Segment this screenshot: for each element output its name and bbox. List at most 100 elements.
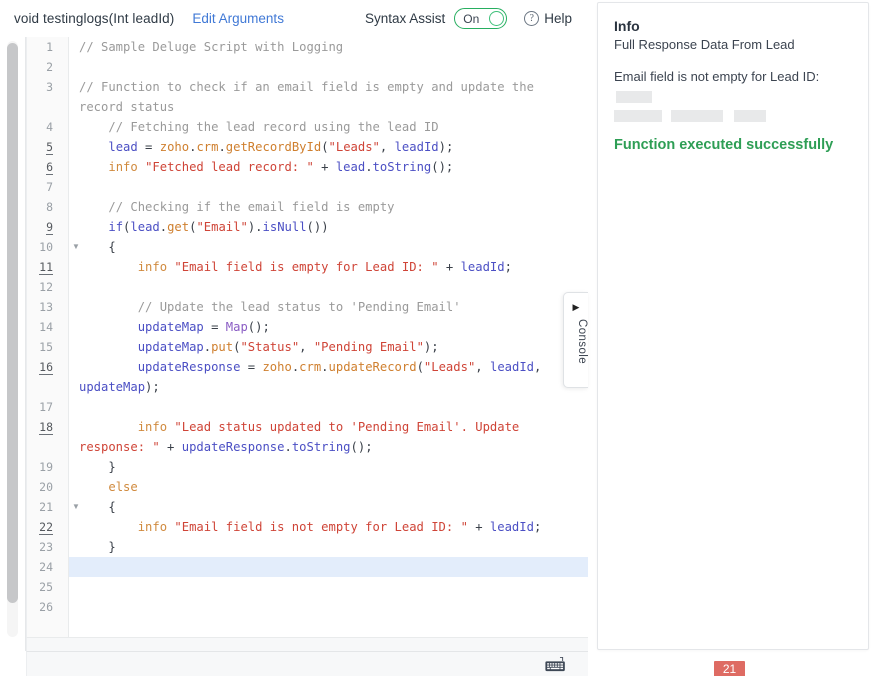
line-number[interactable]: 22: [27, 517, 69, 537]
line-number[interactable]: 8: [27, 197, 69, 217]
outer-scrollbar-thumb[interactable]: [7, 43, 18, 603]
line-number[interactable]: 2: [27, 57, 69, 77]
code-token: updateMap: [137, 320, 204, 334]
code-line[interactable]: info "Fetched lead record: " + lead.toSt…: [69, 157, 588, 177]
code-line[interactable]: // Sample Deluge Script with Logging: [69, 37, 588, 57]
code-token: .: [284, 440, 292, 454]
line-number[interactable]: 10: [27, 237, 69, 257]
code-line[interactable]: [69, 597, 588, 617]
line-number[interactable]: 25: [27, 577, 69, 597]
help-button[interactable]: ? Help: [524, 11, 572, 26]
code-token: updateMap: [79, 380, 146, 394]
code-token: crm: [299, 360, 322, 374]
code-content-area[interactable]: // Sample Deluge Script with Logging // …: [69, 37, 588, 637]
code-token: ();: [431, 160, 454, 174]
editor-footer-bar: [26, 651, 588, 676]
line-number[interactable]: 15: [27, 337, 69, 357]
edit-arguments-link[interactable]: Edit Arguments: [192, 11, 284, 26]
code-token: {: [79, 500, 116, 514]
code-token: updateRecord: [328, 360, 417, 374]
code-line[interactable]: if(lead.get("Email").isNull()): [69, 217, 588, 237]
code-line[interactable]: // Function to check if an email field i…: [69, 77, 588, 117]
code-token: "Email field is empty for Lead ID: ": [174, 260, 439, 274]
code-line[interactable]: {: [69, 497, 588, 517]
line-number[interactable]: 7: [27, 177, 69, 197]
code-token: Map: [225, 320, 248, 334]
code-token: updateMap: [137, 340, 204, 354]
code-token: if: [108, 220, 124, 234]
line-number[interactable]: 13: [27, 297, 69, 317]
line-number[interactable]: 20: [27, 477, 69, 497]
code-token: +: [438, 260, 461, 274]
line-number[interactable]: 14: [27, 317, 69, 337]
triangle-right-icon: ▶: [572, 302, 580, 312]
line-number[interactable]: 5: [27, 137, 69, 157]
status-badge[interactable]: 21: [714, 661, 745, 676]
line-number[interactable]: 17: [27, 397, 69, 417]
code-token: ,: [299, 340, 314, 354]
code-line[interactable]: [69, 57, 588, 77]
code-line[interactable]: }: [69, 457, 588, 477]
code-token: "Email": [196, 220, 248, 234]
code-token: (: [416, 360, 424, 374]
line-number[interactable]: 26: [27, 597, 69, 617]
info-log-message-text: Email field is not empty for Lead ID:: [614, 69, 820, 84]
console-tab[interactable]: ▶ Console: [563, 292, 588, 388]
code-line[interactable]: }: [69, 537, 588, 557]
code-line[interactable]: [69, 577, 588, 597]
line-number[interactable]: 12: [27, 277, 69, 297]
code-fold-toggle-icon[interactable]: ▼: [71, 237, 81, 257]
line-number[interactable]: 3: [27, 77, 69, 97]
code-token: ,: [534, 360, 549, 374]
line-number[interactable]: 1: [27, 37, 69, 57]
line-number[interactable]: 19: [27, 457, 69, 477]
line-number[interactable]: 24: [27, 557, 69, 577]
code-line[interactable]: updateMap = Map();: [69, 317, 588, 337]
code-line[interactable]: [69, 277, 588, 297]
code-line[interactable]: info "Email field is empty for Lead ID: …: [69, 257, 588, 277]
code-line[interactable]: info "Email field is not empty for Lead …: [69, 517, 588, 537]
code-token: ()): [306, 220, 329, 234]
redacted-value-block: [616, 90, 652, 103]
line-number[interactable]: 6: [27, 157, 69, 177]
redacted-value-row: [614, 108, 852, 122]
code-token: ;: [504, 260, 512, 274]
code-line[interactable]: [69, 397, 588, 417]
console-tab-label: Console: [576, 319, 588, 364]
info-log-message: Email field is not empty for Lead ID:: [614, 67, 852, 122]
code-line[interactable]: {: [69, 237, 588, 257]
code-token: lead: [130, 220, 160, 234]
code-line[interactable]: [69, 557, 588, 577]
line-number[interactable]: 18: [27, 417, 69, 437]
code-line[interactable]: // Checking if the email field is empty: [69, 197, 588, 217]
code-line[interactable]: else: [69, 477, 588, 497]
line-number[interactable]: 23: [27, 537, 69, 557]
code-line[interactable]: [69, 177, 588, 197]
line-number[interactable]: 9: [27, 217, 69, 237]
redacted-value-block: [734, 109, 766, 122]
code-line[interactable]: updateResponse = zoho.crm.updateRecord("…: [69, 357, 588, 397]
code-token: ;: [533, 520, 542, 534]
syntax-assist-toggle[interactable]: On: [454, 8, 508, 29]
code-token: put: [211, 340, 234, 354]
code-token: (: [321, 140, 329, 154]
code-line[interactable]: // Fetching the lead record using the le…: [69, 117, 588, 137]
line-number[interactable]: 21: [27, 497, 69, 517]
line-number[interactable]: 11: [27, 257, 69, 277]
code-token: .: [203, 340, 212, 354]
code-token: isNull: [262, 220, 307, 234]
code-fold-toggle-icon[interactable]: ▼: [71, 497, 81, 517]
code-token: lead: [335, 160, 366, 174]
keyboard-icon[interactable]: [544, 657, 568, 672]
code-line[interactable]: lead = zoho.crm.getRecordById("Leads", l…: [69, 137, 588, 157]
redacted-value-block: [671, 109, 723, 122]
code-token: ,: [475, 360, 490, 374]
code-line[interactable]: // Update the lead status to 'Pending Em…: [69, 297, 588, 317]
line-number[interactable]: 4: [27, 117, 69, 137]
line-number[interactable]: 16: [27, 357, 69, 377]
code-line[interactable]: updateMap.put("Status", "Pending Email")…: [69, 337, 588, 357]
code-line[interactable]: info "Lead status updated to 'Pending Em…: [69, 417, 588, 457]
